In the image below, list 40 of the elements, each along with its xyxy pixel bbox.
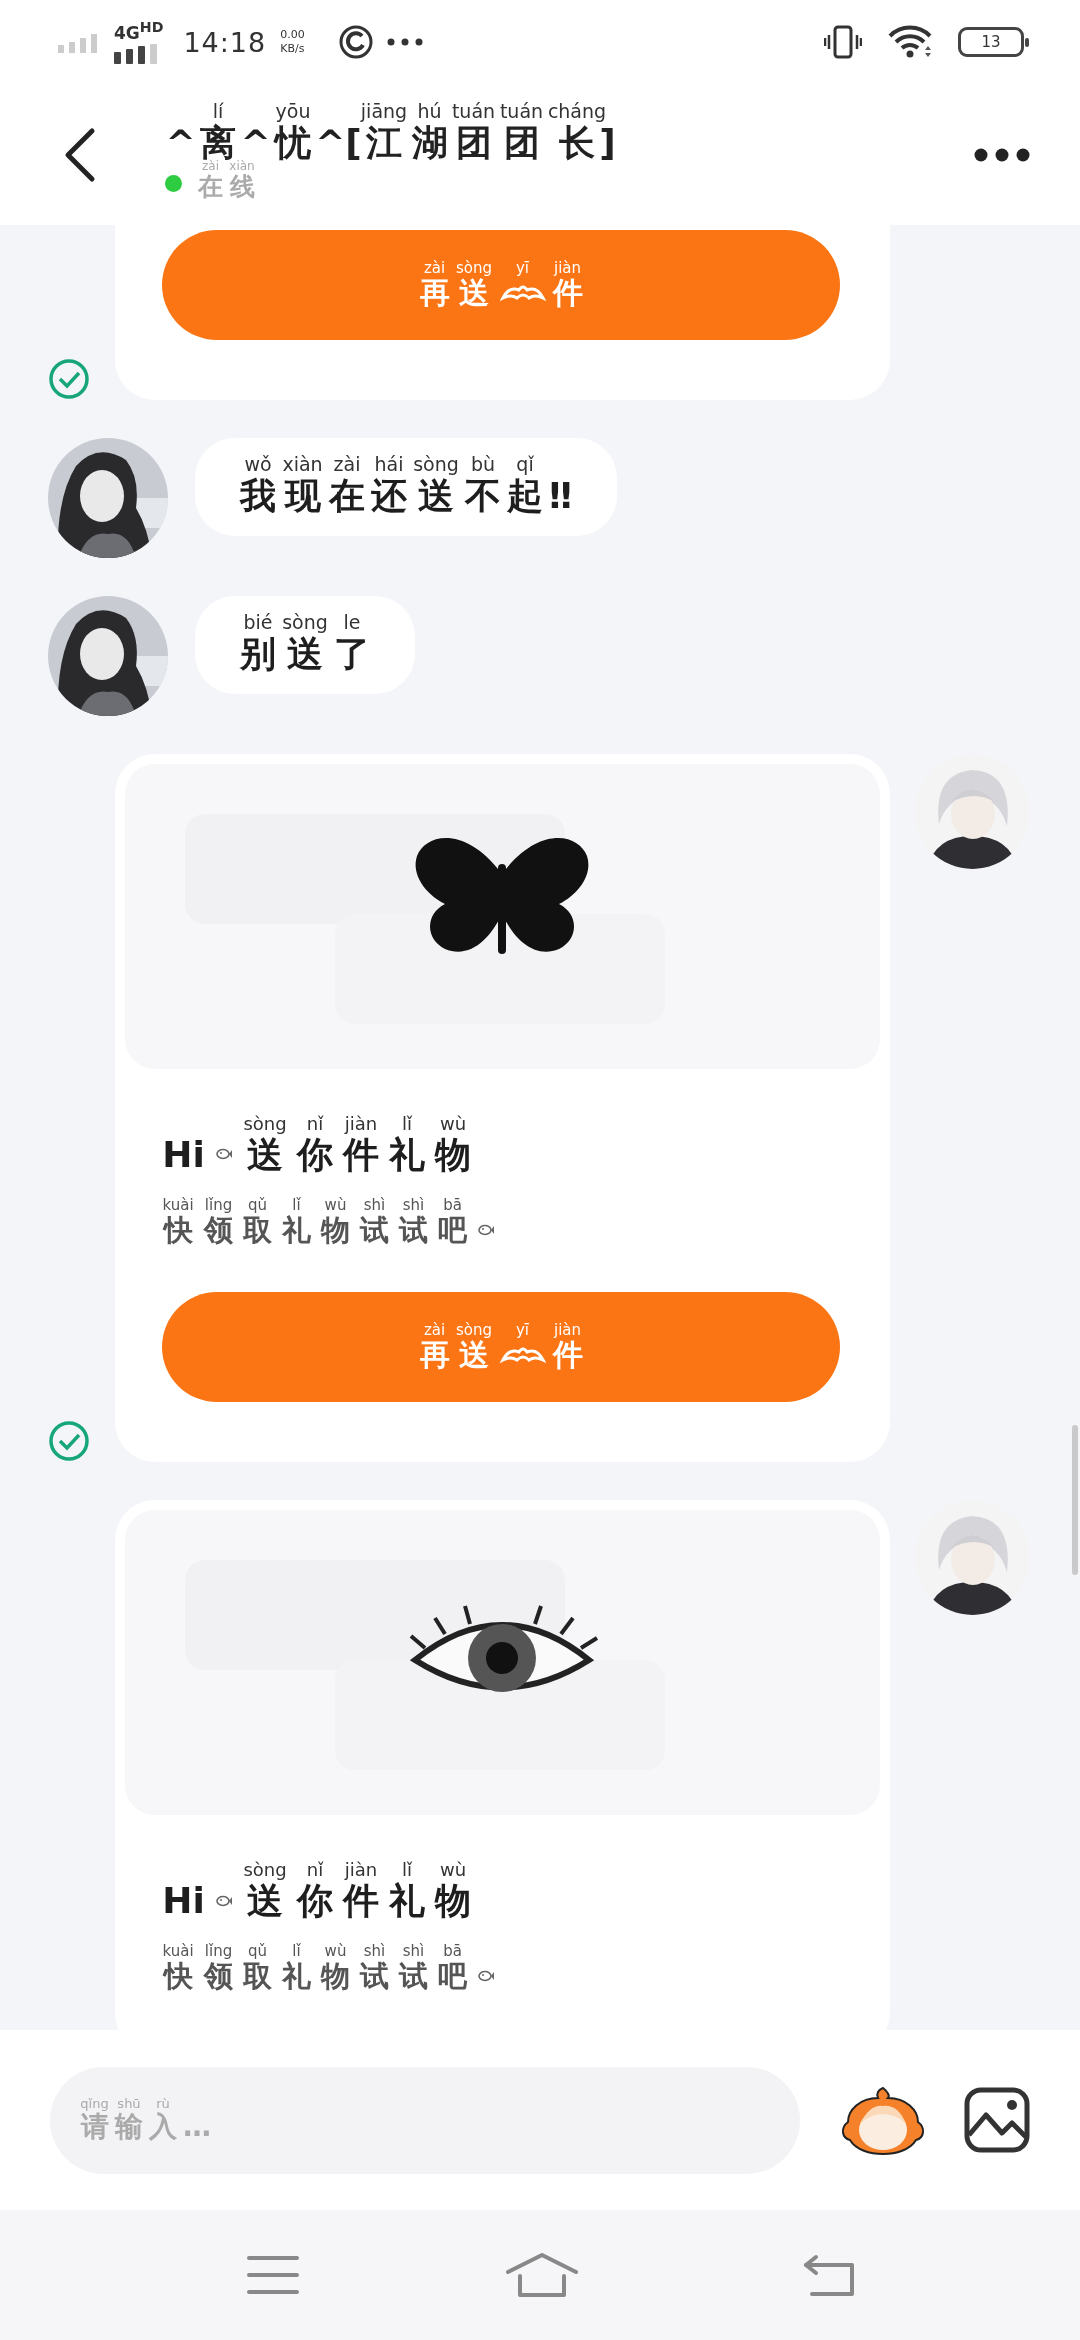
signal-icon xyxy=(58,31,100,53)
network-type: 4G$^{HD}$ xyxy=(114,20,164,42)
contact-name-pinyin: lí yōu jiāng hú tuán tuán cháng xyxy=(211,101,608,123)
clock: 14:18 xyxy=(183,26,267,58)
fish-icon xyxy=(215,1147,233,1162)
message-input[interactable]: qǐng shū rù 请输入… xyxy=(50,2066,800,2174)
sticker-button[interactable] xyxy=(840,2084,926,2156)
more-icon xyxy=(386,38,423,46)
pinyin-text: sòng nǐ jiàn lǐ wù xyxy=(242,1114,468,1134)
fish-icon xyxy=(215,1893,233,1908)
gift-title: Hi xyxy=(162,1133,205,1176)
pinyin-text: wǒ xiàn zài hái sòng bù qǐ xyxy=(243,454,535,475)
gift-hint: 快领取礼物试试吧 xyxy=(162,1959,467,1994)
gift-title: 送你件礼物 xyxy=(247,1133,471,1176)
signal-icon xyxy=(114,43,158,64)
gift-title: 送你件礼物 xyxy=(247,1879,471,1922)
pinyin-text: kuài lǐng qǔ lǐ wù shì shì bā xyxy=(162,1943,463,1960)
message-text: 我现在还送不起‼ xyxy=(240,474,572,517)
pinyin-text: kuài lǐng qǔ lǐ wù shì shì bā xyxy=(162,1197,463,1214)
fish-icon xyxy=(477,1969,495,1984)
message-text: 别送了 xyxy=(240,632,370,675)
scrollbar[interactable] xyxy=(1072,1425,1078,1575)
image-button[interactable] xyxy=(964,2087,1030,2153)
gift-hint: 快领取礼物试试吧 xyxy=(162,1213,467,1248)
wifi-icon xyxy=(888,25,932,59)
gift-title: Hi xyxy=(162,1879,205,1922)
more-button[interactable] xyxy=(974,147,1030,162)
battery-level: 13 xyxy=(981,33,1001,51)
fish-icon xyxy=(477,1223,495,1238)
menu-button[interactable] xyxy=(247,2255,299,2295)
speed-value: 0.00 xyxy=(280,27,305,42)
home-button[interactable] xyxy=(506,2252,578,2298)
send-again-button[interactable]: zài sòng yī jiàn 再送 件 xyxy=(162,230,840,340)
app-icon xyxy=(338,25,373,59)
speed-unit: KB/s xyxy=(280,42,305,57)
pinyin-text: sòng nǐ jiàn lǐ wù xyxy=(242,1860,468,1880)
pinyin-text: bié sòng le xyxy=(242,612,362,633)
send-again-button[interactable]: zài sòng yī jiàn 再送 件 xyxy=(162,1292,840,1403)
status-text: 在线 xyxy=(198,172,255,202)
vibrate-icon xyxy=(824,25,862,59)
